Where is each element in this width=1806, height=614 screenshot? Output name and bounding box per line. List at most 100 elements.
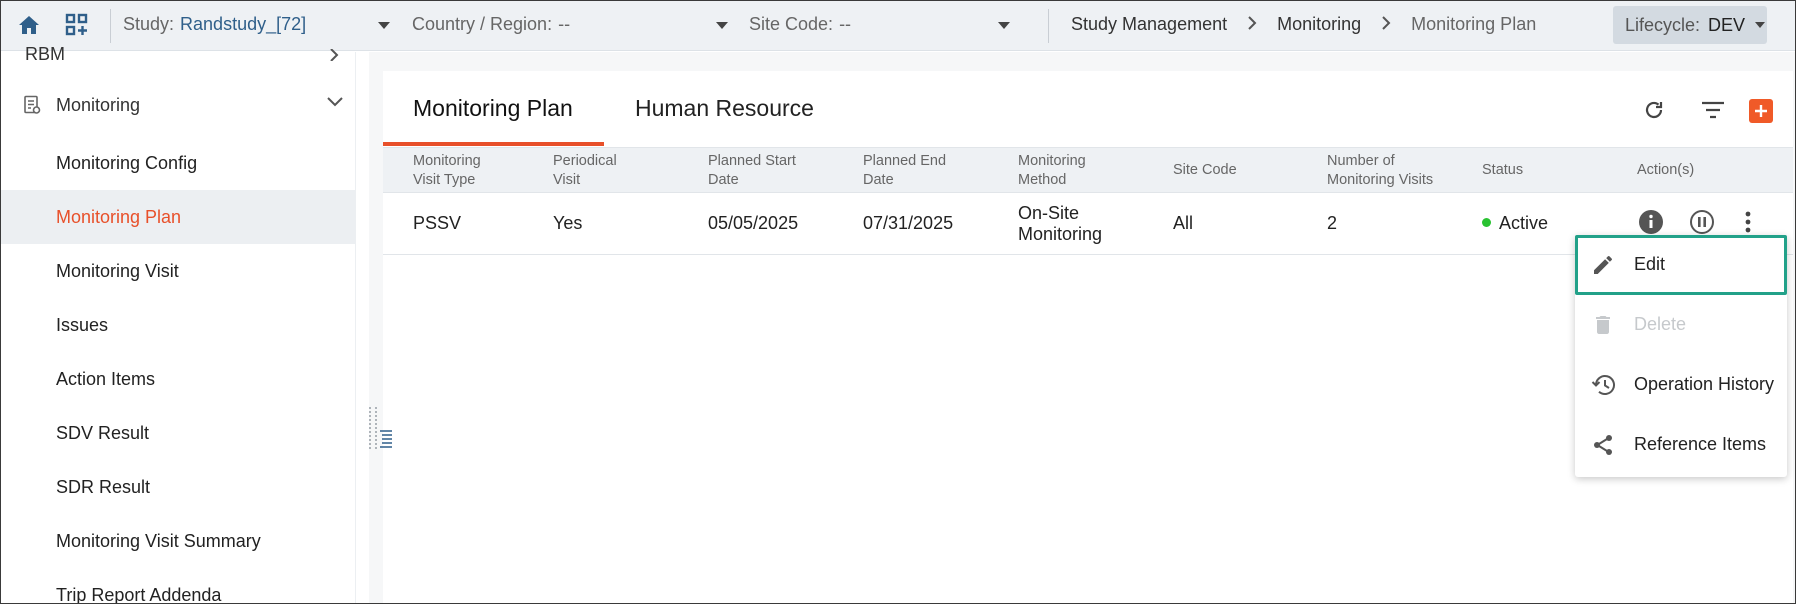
sidebar-item-rbm[interactable]: RBM (25, 44, 65, 65)
header-planned-start-date[interactable]: Planned Start Date (708, 152, 796, 190)
menu-item-label: Edit (1634, 254, 1666, 274)
cell-planned-start-date: 05/05/2025 (708, 213, 799, 233)
menu-item-reference-items[interactable]: Reference Items (1575, 415, 1787, 475)
site-code-dropdown-icon[interactable] (998, 22, 1010, 29)
pencil-icon (1591, 253, 1615, 282)
sidebar-group-monitoring[interactable]: Monitoring (1, 80, 356, 132)
breadcrumb-monitoring-plan: Monitoring Plan (1411, 14, 1537, 34)
sidebar-item-monitoring-plan[interactable]: Monitoring Plan (1, 190, 356, 244)
study-value: Randstudy_[72] (180, 14, 307, 34)
chevron-right-icon (1381, 14, 1391, 35)
lifecycle-label: Lifecycle: (1625, 14, 1701, 35)
menu-item-delete[interactable]: Delete (1575, 295, 1787, 355)
row-actions-menu: Edit Delete Operation History Reference … (1575, 235, 1787, 477)
header-periodical-visit[interactable]: Periodical Visit (553, 152, 617, 190)
country-selector[interactable]: Country / Region: -- (412, 14, 570, 35)
history-icon (1591, 373, 1617, 402)
app-window: Study: Randstudy_[72] Country / Region: … (0, 0, 1796, 604)
header-site-code[interactable]: Site Code (1173, 161, 1237, 180)
breadcrumb-study-management[interactable]: Study Management (1071, 14, 1227, 35)
chevron-right-icon (329, 48, 339, 66)
tab-bar: Monitoring Plan Human Resource (383, 71, 1793, 147)
menu-item-label: Delete (1634, 314, 1687, 334)
status-active-dot (1482, 217, 1491, 227)
lifecycle-selector[interactable]: Lifecycle: DEV (1613, 6, 1767, 44)
menu-item-label: Operation History (1634, 374, 1775, 394)
active-tab-indicator (383, 142, 604, 146)
chevron-down-icon (1755, 22, 1766, 28)
study-dropdown-icon[interactable] (378, 22, 390, 29)
menu-item-edit[interactable]: Edit (1575, 235, 1787, 295)
header-line: Monitoring (1018, 153, 1086, 169)
header-line: Date (708, 172, 739, 188)
resize-handle[interactable] (369, 407, 377, 449)
header-number-of-visits[interactable]: Number of Monitoring Visits (1327, 152, 1433, 190)
sidebar-item-sdv-result[interactable]: SDV Result (1, 406, 356, 460)
header-actions: Action(s) (1637, 162, 1695, 178)
sidebar-item-monitoring-visit[interactable]: Monitoring Visit (1, 244, 356, 298)
study-selector[interactable]: Study: Randstudy_[72] (123, 14, 306, 35)
sidebar-group-label: Monitoring (56, 95, 141, 115)
cell-status: Active (1482, 213, 1548, 234)
cell-monitoring-method: On-Site Monitoring (1018, 203, 1102, 245)
cell-planned-end-date: 07/31/2025 (863, 213, 954, 233)
study-label: Study: (123, 14, 175, 34)
header-line: Method (1018, 172, 1067, 188)
header-visit-type[interactable]: Monitoring Visit Type (413, 152, 481, 190)
home-icon[interactable] (9, 5, 49, 45)
cell-line: On-Site (1018, 203, 1080, 223)
site-code-label: Site Code: (749, 14, 834, 34)
chevron-down-icon (327, 94, 343, 112)
header-line: Periodical (553, 153, 617, 169)
cell-site-code: All (1173, 213, 1194, 233)
add-button[interactable] (1749, 99, 1773, 123)
header-line: Planned Start (708, 153, 796, 169)
apps-add-icon[interactable] (57, 5, 97, 45)
cell-number-of-visits: 2 (1327, 213, 1338, 233)
lifecycle-value: DEV (1708, 14, 1746, 35)
list-toggle-icon[interactable] (379, 429, 393, 454)
country-value: -- (558, 14, 571, 34)
country-dropdown-icon[interactable] (716, 22, 728, 29)
menu-item-operation-history[interactable]: Operation History (1575, 355, 1787, 415)
header-line: Visit (553, 172, 581, 188)
breadcrumb-monitoring[interactable]: Monitoring (1277, 14, 1361, 35)
header-line: Monitoring (413, 153, 481, 169)
tab-human-resource[interactable]: Human Resource (635, 95, 814, 122)
share-icon (1591, 433, 1615, 462)
menu-item-label: Reference Items (1634, 434, 1767, 454)
document-list-icon (23, 95, 41, 120)
cell-line: Monitoring (1018, 224, 1103, 244)
country-label: Country / Region: (412, 14, 553, 34)
header-line: Number of (1327, 153, 1395, 169)
breadcrumb: Study Management Monitoring Monitoring P… (1071, 14, 1536, 35)
top-bar: Study: Randstudy_[72] Country / Region: … (1, 1, 1795, 51)
sidebar: RBM Monitoring Monitoring Config Monitor… (1, 44, 356, 604)
sidebar-item-monitoring-config[interactable]: Monitoring Config (1, 136, 356, 190)
site-code-value: -- (839, 14, 852, 34)
cell-periodical-visit: Yes (553, 213, 583, 233)
header-line: Planned End (863, 153, 947, 169)
site-code-selector[interactable]: Site Code: -- (749, 14, 851, 35)
header-line: Date (863, 172, 894, 188)
header-line: Visit Type (413, 172, 476, 188)
cell-visit-type: PSSV (413, 213, 462, 233)
header-monitoring-method[interactable]: Monitoring Method (1018, 152, 1086, 190)
sidebar-item-action-items[interactable]: Action Items (1, 352, 356, 406)
refresh-icon[interactable] (1637, 93, 1671, 127)
sidebar-item-issues[interactable]: Issues (1, 298, 356, 352)
table-header: Monitoring Visit Type Periodical Visit P… (383, 147, 1793, 193)
divider (110, 9, 111, 43)
header-line: Monitoring Visits (1327, 172, 1434, 188)
header-planned-end-date[interactable]: Planned End Date (863, 152, 946, 190)
tab-monitoring-plan[interactable]: Monitoring Plan (413, 95, 573, 122)
status-text: Active (1499, 213, 1549, 233)
sidebar-item-monitoring-visit-summary[interactable]: Monitoring Visit Summary (1, 514, 356, 568)
trash-icon (1591, 313, 1615, 342)
sidebar-item-trip-report-addenda[interactable]: Trip Report Addenda (1, 568, 356, 604)
filter-icon[interactable] (1696, 93, 1730, 127)
divider (1048, 9, 1049, 43)
header-status[interactable]: Status (1482, 161, 1523, 180)
chevron-right-icon (1247, 14, 1257, 35)
sidebar-item-sdr-result[interactable]: SDR Result (1, 460, 356, 514)
